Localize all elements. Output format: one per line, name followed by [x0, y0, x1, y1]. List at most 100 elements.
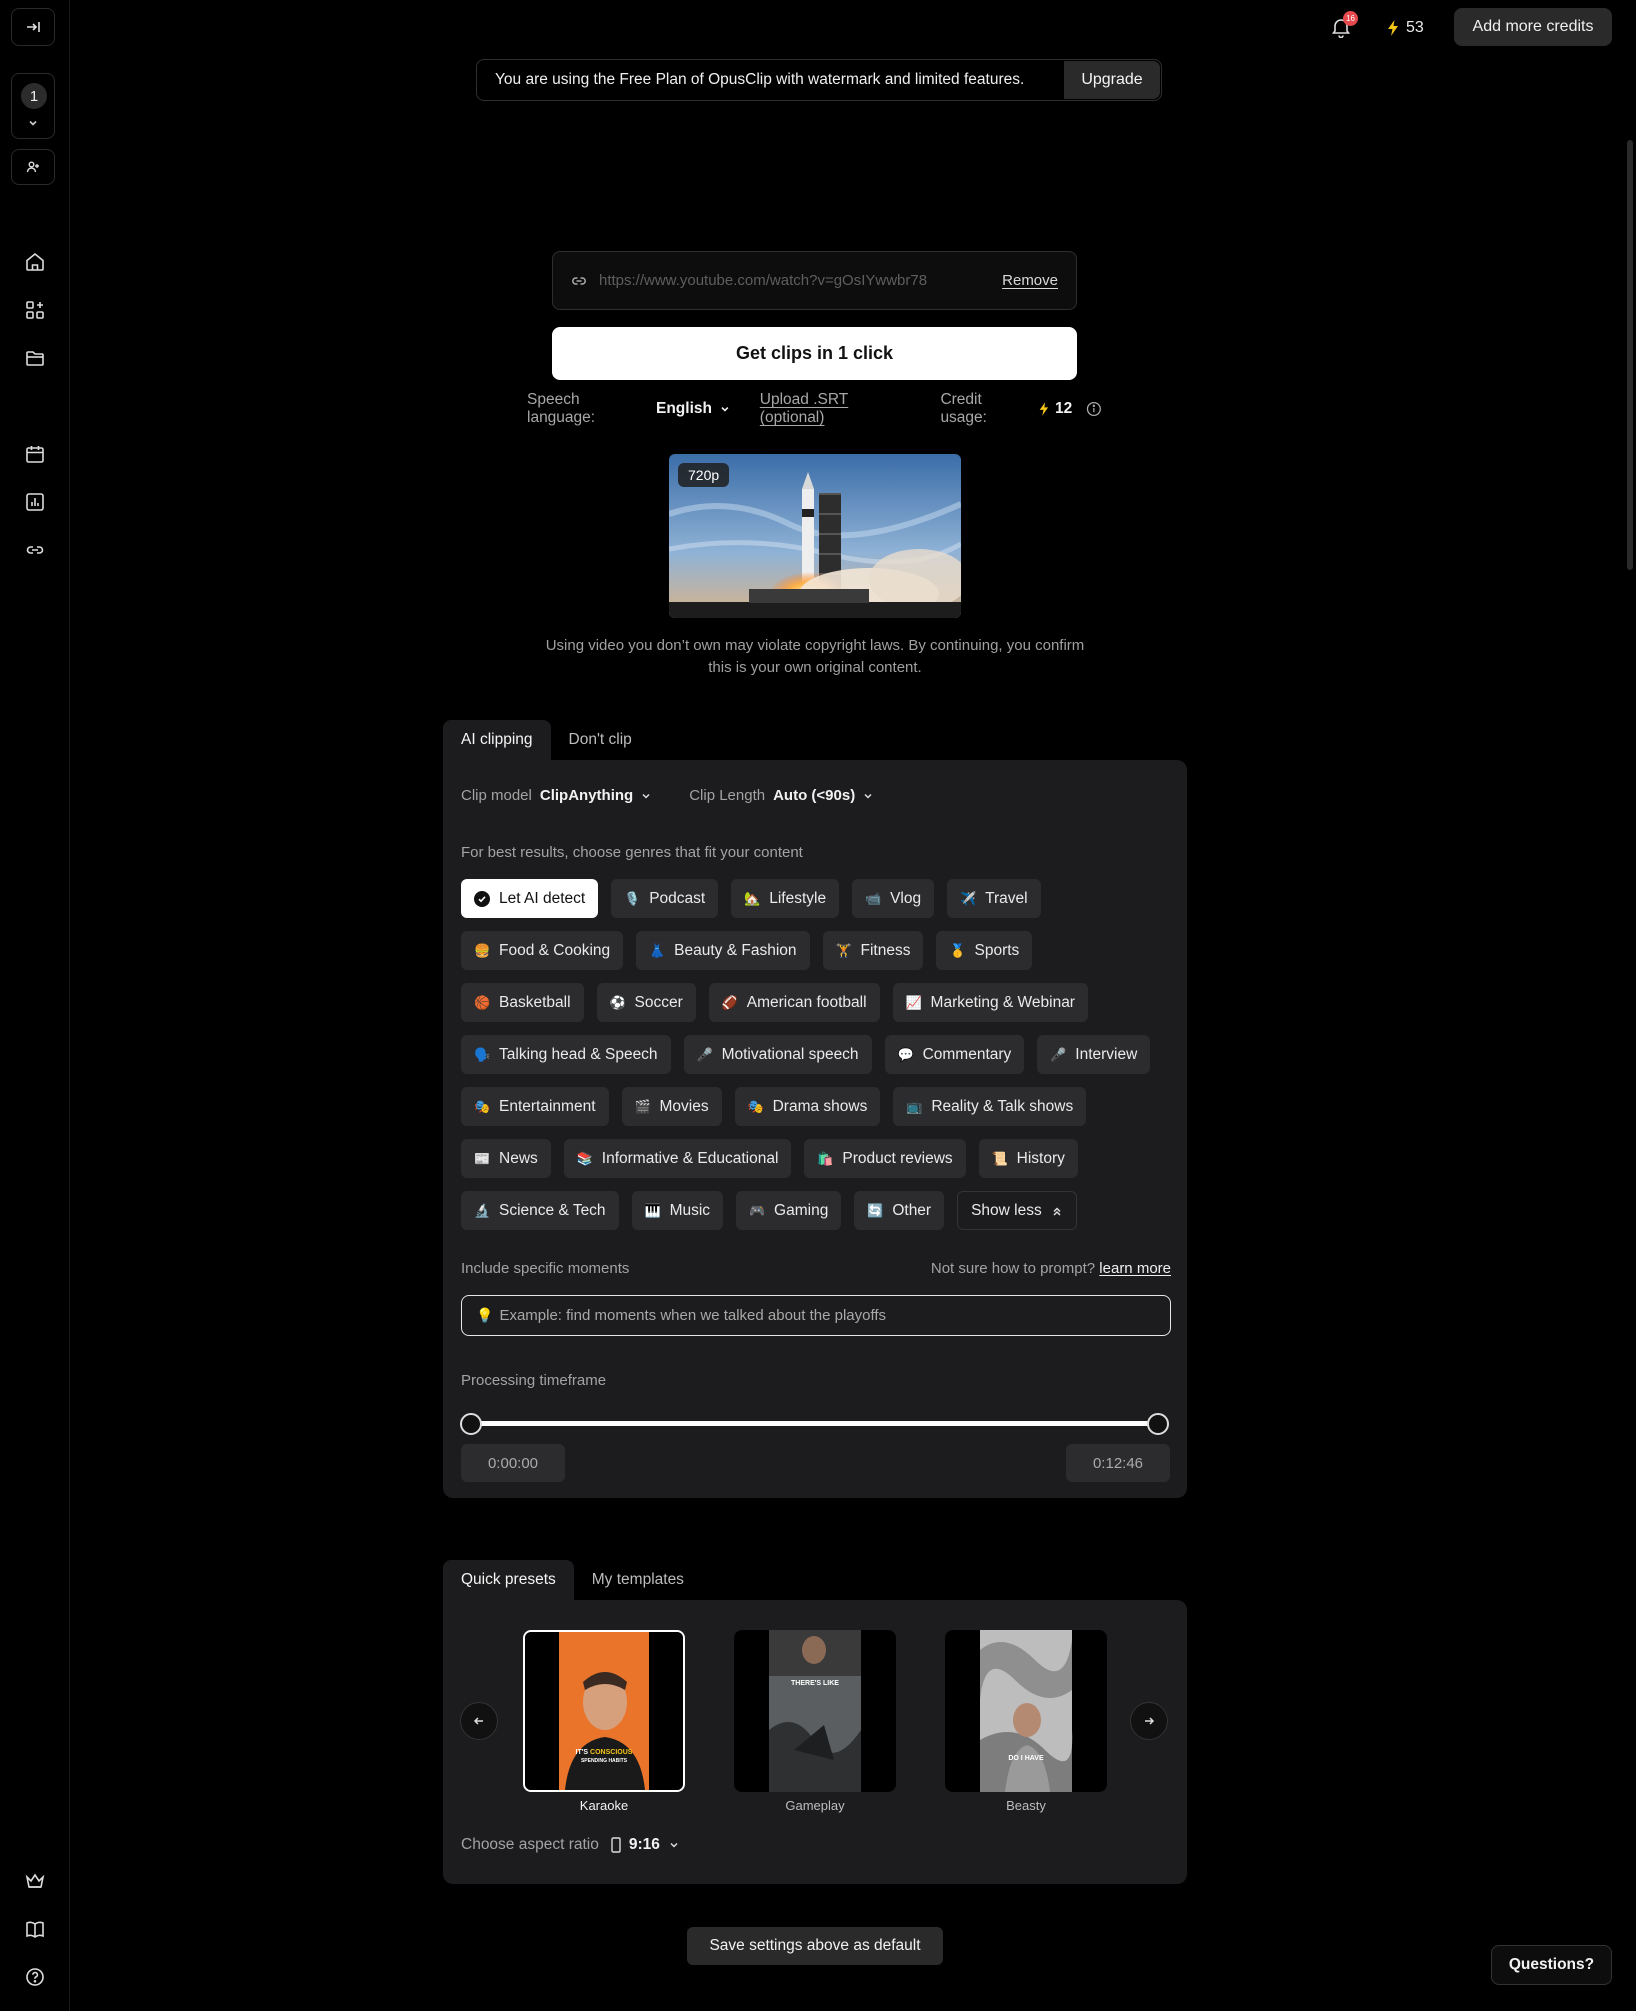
genre-chip[interactable]: 🗣️ Talking head & Speech: [461, 1035, 671, 1074]
genre-row: 🏀 Basketball ⚽ Soccer 🏈 American football 📈 Mar…: [461, 983, 1181, 1022]
genre-chip[interactable]: 🎹 Music: [631, 1191, 724, 1230]
genre-chip[interactable]: 🎙️ Podcast: [611, 879, 719, 918]
genre-chip[interactable]: 🥇 Sports: [936, 931, 1033, 970]
video-url-input[interactable]: https://www.youtube.com/watch?v=gOsIYwwb…: [552, 251, 1077, 310]
genre-chip[interactable]: 📺 Reality & Talk shows: [893, 1087, 1087, 1126]
genre-emoji-icon: 🏀: [474, 994, 491, 1010]
save-default-button[interactable]: Save settings above as default: [687, 1927, 943, 1965]
clip-length-select[interactable]: Auto (<90s): [773, 787, 855, 804]
timeframe-slider-track[interactable]: [473, 1421, 1161, 1426]
genre-chip[interactable]: 📹 Vlog: [852, 879, 935, 918]
genre-chip[interactable]: 🏈 American football: [708, 983, 880, 1022]
genre-chip[interactable]: 💬 Commentary: [884, 1035, 1025, 1074]
presets-next-button[interactable]: [1130, 1702, 1168, 1740]
help-icon[interactable]: [22, 1964, 48, 1990]
genre-chip[interactable]: 🎬 Movies: [621, 1087, 722, 1126]
genre-chip-label: Reality & Talk shows: [931, 1097, 1074, 1115]
genre-emoji-icon: 🎭: [747, 1098, 764, 1114]
tab-ai-clipping[interactable]: AI clipping: [443, 720, 551, 760]
genre-chip[interactable]: 🔄 Other: [854, 1191, 945, 1230]
preset-label-beasty: Beasty: [1006, 1798, 1046, 1813]
get-clips-button[interactable]: Get clips in 1 click: [552, 327, 1077, 380]
genre-chip[interactable]: 🏋️ Fitness: [822, 931, 924, 970]
genre-chip[interactable]: Let AI detect: [461, 879, 599, 918]
genre-chip[interactable]: ✈️ Travel: [947, 879, 1041, 918]
presets-prev-button[interactable]: [460, 1702, 498, 1740]
questions-button[interactable]: Questions?: [1491, 1945, 1612, 1985]
genre-chip[interactable]: 🎤 Motivational speech: [683, 1035, 872, 1074]
genre-chip-label: Entertainment: [499, 1097, 596, 1115]
genre-chip[interactable]: 📜 History: [978, 1139, 1078, 1178]
notifications-button[interactable]: 16: [1328, 11, 1358, 40]
genre-chip[interactable]: 📰 News: [461, 1139, 551, 1178]
link-icon: [572, 276, 586, 285]
arrow-right-icon: [1145, 1717, 1155, 1725]
upload-srt-link[interactable]: Upload .SRT (optional): [760, 391, 915, 427]
genre-chip[interactable]: 🍔 Food & Cooking: [461, 931, 624, 970]
book-icon[interactable]: [22, 1916, 48, 1942]
info-icon[interactable]: [1086, 401, 1102, 417]
crown-icon[interactable]: [22, 1868, 48, 1894]
genre-chip[interactable]: 🔬 Science & Tech: [461, 1191, 619, 1230]
analytics-icon[interactable]: [22, 489, 48, 515]
preset-card-gameplay[interactable]: THERE'S LIKE: [734, 1630, 896, 1792]
calendar-icon[interactable]: [22, 441, 48, 467]
genre-chip[interactable]: 🎮 Gaming: [736, 1191, 842, 1230]
timeframe-end-handle[interactable]: [1147, 1413, 1169, 1435]
learn-more-link[interactable]: learn more: [1099, 1260, 1171, 1277]
show-less-button[interactable]: Show less: [957, 1191, 1077, 1230]
aspect-ratio-select[interactable]: 9:16: [629, 1836, 660, 1854]
genre-chip[interactable]: 🎭 Entertainment: [461, 1087, 609, 1126]
genre-chip[interactable]: 🏡 Lifestyle: [731, 879, 840, 918]
workspace-number: 1: [21, 83, 47, 109]
apps-icon[interactable]: [22, 297, 48, 323]
aspect-ratio-row: Choose aspect ratio 9:16: [461, 1836, 680, 1854]
preset-card-karaoke[interactable]: IT'S CONSCIOUS SPENDING HABITS: [523, 1630, 685, 1792]
tab-my-templates[interactable]: My templates: [574, 1560, 702, 1600]
genre-chip-label: Other: [892, 1201, 932, 1219]
genre-row: 📰 News 📚 Informative & Educational 🛍️ Product…: [461, 1139, 1181, 1178]
timeframe-start-input[interactable]: 0:00:00: [461, 1444, 565, 1482]
moments-prompt-input[interactable]: 💡 Example: find moments when we talked a…: [461, 1295, 1171, 1336]
speech-language-select[interactable]: English: [656, 400, 712, 418]
genre-chip[interactable]: 📈 Marketing & Webinar: [892, 983, 1088, 1022]
remove-url-link[interactable]: Remove: [1002, 272, 1058, 289]
home-icon[interactable]: [22, 249, 48, 275]
genre-chip-label: History: [1016, 1149, 1065, 1167]
invite-member-button[interactable]: [11, 149, 55, 185]
chevron-down-icon[interactable]: [668, 1839, 680, 1851]
chevron-down-icon[interactable]: [640, 790, 652, 802]
timeframe-start-handle[interactable]: [460, 1413, 482, 1435]
page-scrollbar[interactable]: [1627, 140, 1633, 570]
tab-quick-presets[interactable]: Quick presets: [443, 1560, 574, 1600]
chevron-down-icon[interactable]: [719, 403, 731, 415]
folder-icon[interactable]: [22, 345, 48, 371]
clip-model-select[interactable]: ClipAnything: [540, 787, 633, 804]
genre-chip[interactable]: 🛍️ Product reviews: [804, 1139, 966, 1178]
tab-dont-clip[interactable]: Don't clip: [551, 720, 650, 760]
timeframe-end-input[interactable]: 0:12:46: [1066, 1444, 1170, 1482]
genre-chip-label: Sports: [974, 941, 1020, 959]
genre-chip-label: Basketball: [499, 993, 571, 1011]
collapse-sidebar-button[interactable]: [11, 8, 55, 46]
link-icon[interactable]: [22, 537, 48, 563]
genre-row: 🗣️ Talking head & Speech 🎤 Motivational spe…: [461, 1035, 1181, 1074]
genre-chip[interactable]: 🎭 Drama shows: [734, 1087, 881, 1126]
workspace-switcher[interactable]: 1: [11, 73, 55, 139]
upgrade-button[interactable]: Upgrade: [1064, 61, 1160, 99]
preset-card-beasty[interactable]: DO I HAVE: [945, 1630, 1107, 1792]
genre-chip[interactable]: 🎤 Interview: [1037, 1035, 1151, 1074]
genre-chip[interactable]: ⚽ Soccer: [596, 983, 696, 1022]
genre-chip-label: Talking head & Speech: [499, 1045, 658, 1063]
genre-chip[interactable]: 🏀 Basketball: [461, 983, 584, 1022]
lightning-icon: [1388, 20, 1398, 36]
genre-chip[interactable]: 📚 Informative & Educational: [563, 1139, 792, 1178]
genre-emoji-icon: 🎮: [749, 1202, 766, 1218]
preset-tabs: Quick presets My templates: [443, 1560, 702, 1600]
chevron-down-icon[interactable]: [862, 790, 874, 802]
genre-chip[interactable]: 👗 Beauty & Fashion: [636, 931, 810, 970]
add-credits-button[interactable]: Add more credits: [1454, 8, 1612, 46]
genre-chip-label: Drama shows: [772, 1097, 868, 1115]
genre-emoji-icon: 💬: [897, 1046, 914, 1062]
add-user-icon: [26, 161, 39, 173]
